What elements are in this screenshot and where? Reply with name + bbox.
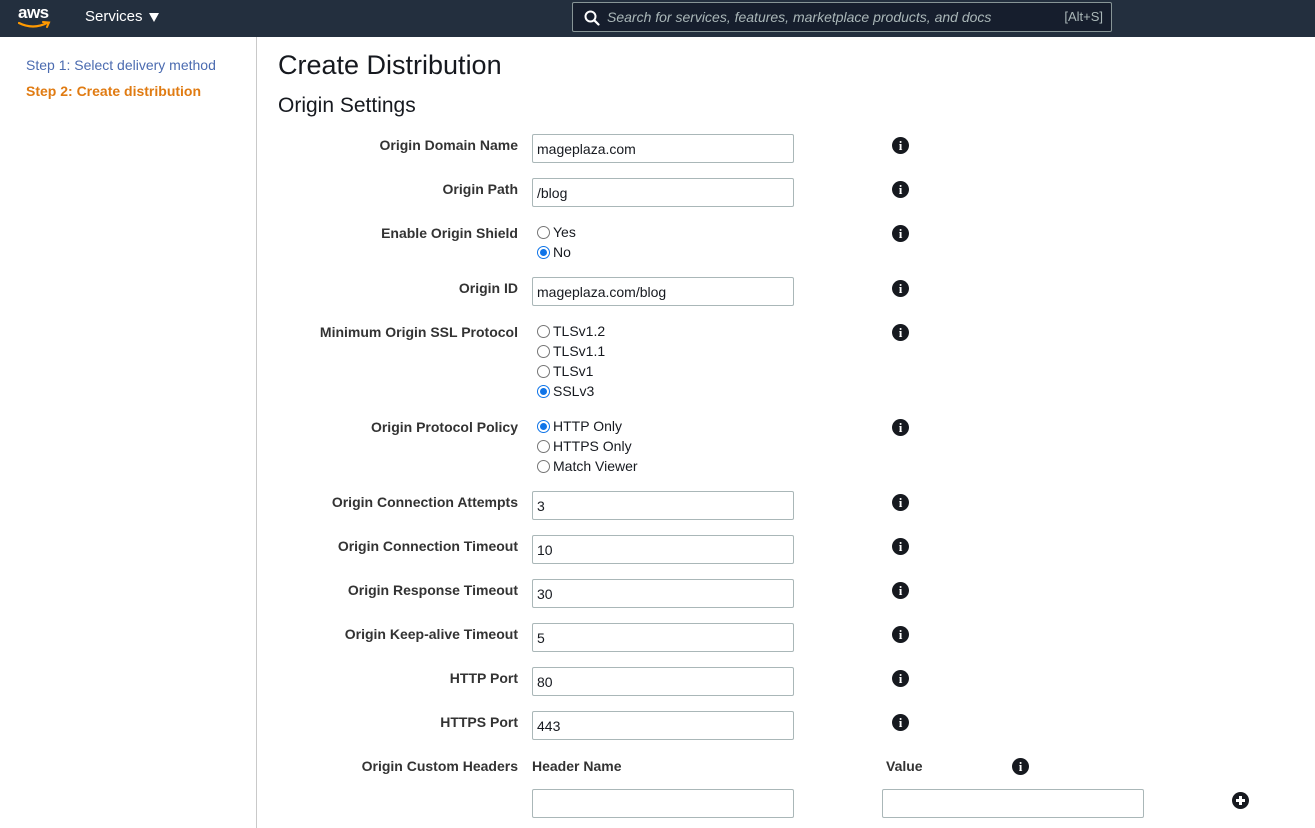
wizard-sidebar: Step 1: Select delivery method Step 2: C… (0, 37, 257, 828)
enable-origin-shield-label: Enable Origin Shield (381, 225, 518, 241)
protocol-match-viewer-radio[interactable]: Match Viewer (537, 457, 638, 475)
page-title: Create Distribution (278, 50, 502, 80)
origin-protocol-policy-label: Origin Protocol Policy (370, 419, 518, 435)
protocol-http-only-radio[interactable]: HTTP Only (537, 417, 622, 435)
services-menu-button[interactable]: Services (85, 7, 159, 27)
http-port-label: HTTP Port (449, 670, 518, 686)
info-icon[interactable]: i (892, 181, 909, 198)
ssl-tlsv12-radio[interactable]: TLSv1.2 (537, 322, 605, 340)
min-ssl-protocol-label: Minimum Origin SSL Protocol (319, 324, 518, 340)
keepalive-timeout-input[interactable] (532, 623, 794, 652)
section-title-origin-settings: Origin Settings (278, 94, 416, 117)
add-header-plus-icon[interactable] (1232, 792, 1249, 809)
radio-button[interactable] (537, 225, 550, 239)
info-icon[interactable]: i (892, 714, 909, 731)
origin-domain-name-input[interactable] (532, 134, 794, 163)
info-icon[interactable]: i (1012, 758, 1029, 775)
response-timeout-label: Origin Response Timeout (347, 582, 518, 598)
radio-label: SSLv3 (553, 383, 595, 399)
info-icon[interactable]: i (892, 538, 909, 555)
ssl-tlsv11-radio[interactable]: TLSv1.1 (537, 342, 605, 360)
radio-label: TLSv1.2 (553, 323, 606, 339)
radio-button[interactable] (537, 439, 550, 453)
origin-domain-name-label: Origin Domain Name (379, 137, 518, 153)
custom-headers-label: Origin Custom Headers (361, 758, 518, 774)
info-icon[interactable]: i (892, 582, 909, 599)
header-value-input[interactable] (882, 789, 1144, 818)
info-icon[interactable]: i (892, 137, 909, 154)
top-navigation: aws Services [Alt+S] (0, 0, 1315, 37)
header-name-column-label: Header Name (532, 758, 622, 774)
search-input[interactable] (607, 3, 1047, 31)
info-icon[interactable]: i (892, 626, 909, 643)
origin-path-label: Origin Path (442, 181, 518, 197)
http-port-input[interactable] (532, 667, 794, 696)
radio-label: Yes (553, 224, 576, 240)
caret-down-icon (148, 12, 159, 22)
aws-logo[interactable]: aws (18, 3, 52, 31)
info-icon[interactable]: i (892, 494, 909, 511)
connection-attempts-input[interactable] (532, 491, 794, 520)
ssl-tlsv1-radio[interactable]: TLSv1 (537, 362, 593, 380)
radio-button[interactable] (537, 364, 550, 378)
radio-button-selected[interactable] (537, 384, 550, 398)
info-icon[interactable]: i (892, 280, 909, 297)
search-icon (584, 10, 600, 26)
connection-timeout-input[interactable] (532, 535, 794, 564)
services-label: Services (85, 8, 143, 25)
aws-logo-text: aws (18, 3, 49, 22)
radio-button[interactable] (537, 324, 550, 338)
info-icon[interactable]: i (892, 225, 909, 242)
main-content: Create Distribution Origin Settings Orig… (257, 37, 1315, 828)
step-select-delivery-method[interactable]: Step 1: Select delivery method (26, 56, 216, 74)
radio-label: Match Viewer (553, 458, 638, 474)
radio-label: TLSv1.1 (553, 343, 606, 359)
origin-path-input[interactable] (532, 178, 794, 207)
connection-attempts-label: Origin Connection Attempts (331, 494, 518, 510)
info-icon[interactable]: i (892, 419, 909, 436)
radio-label: TLSv1 (553, 363, 594, 379)
origin-shield-yes-radio[interactable]: Yes (537, 223, 576, 241)
header-name-input[interactable] (532, 789, 794, 818)
response-timeout-input[interactable] (532, 579, 794, 608)
radio-label: HTTPS Only (553, 438, 632, 454)
origin-id-label: Origin ID (458, 280, 518, 296)
aws-smile-icon (18, 21, 51, 28)
search-bar[interactable]: [Alt+S] (572, 2, 1112, 32)
ssl-sslv3-radio[interactable]: SSLv3 (537, 382, 594, 400)
radio-button[interactable] (537, 344, 550, 358)
radio-button-selected[interactable] (537, 245, 550, 259)
https-port-label: HTTPS Port (440, 714, 518, 730)
header-value-column-label: Value (886, 758, 923, 774)
origin-shield-no-radio[interactable]: No (537, 243, 571, 261)
radio-label: HTTP Only (553, 418, 622, 434)
search-shortcut-hint: [Alt+S] (1064, 9, 1103, 24)
origin-id-input[interactable] (532, 277, 794, 306)
info-icon[interactable]: i (892, 324, 909, 341)
connection-timeout-label: Origin Connection Timeout (337, 538, 518, 554)
radio-button-selected[interactable] (537, 419, 550, 433)
protocol-https-only-radio[interactable]: HTTPS Only (537, 437, 632, 455)
info-icon[interactable]: i (892, 670, 909, 687)
https-port-input[interactable] (532, 711, 794, 740)
radio-label: No (553, 244, 571, 260)
step-create-distribution[interactable]: Step 2: Create distribution (26, 82, 201, 100)
keepalive-timeout-label: Origin Keep-alive Timeout (344, 626, 518, 642)
radio-button[interactable] (537, 459, 550, 473)
